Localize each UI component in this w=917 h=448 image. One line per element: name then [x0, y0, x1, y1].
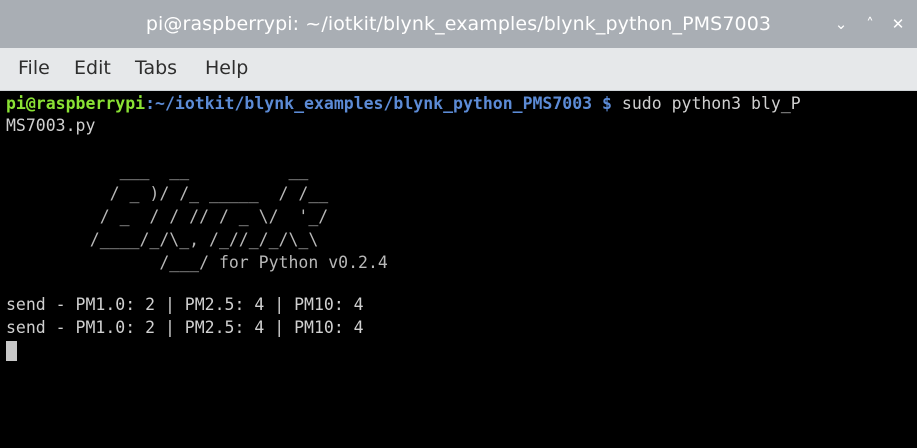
menu-tabs[interactable]: Tabs [135, 57, 177, 79]
blynk-banner-line: / _ )/ /_ _____ / /__ [60, 184, 329, 203]
menu-bar: File Edit Tabs Help [0, 48, 917, 91]
output-line: send - PM1.0: 2 | PM2.5: 4 | PM10: 4 [6, 318, 364, 337]
prompt-user: pi@raspberrypi [6, 94, 146, 113]
command-text: sudo python3 bly_P [611, 94, 801, 113]
command-continuation: MS7003.py [6, 116, 96, 135]
title-bar[interactable]: pi@raspberrypi: ~/iotkit/blynk_examples/… [0, 0, 917, 48]
terminal-window: pi@raspberrypi: ~/iotkit/blynk_examples/… [0, 0, 917, 448]
menu-edit[interactable]: Edit [74, 57, 111, 79]
blynk-banner-line: /____/_/\_, /_//_/_/\_\ [60, 230, 319, 249]
blynk-banner-line: / _ / / // / _ \/ '_/ [60, 207, 329, 226]
blynk-banner-version: /___/ for Python v0.2.4 [60, 253, 388, 272]
output-line: send - PM1.0: 2 | PM2.5: 4 | PM10: 4 [6, 295, 364, 314]
minimize-button[interactable]: ⌄ [832, 14, 850, 34]
maximize-button[interactable]: ˄ [861, 14, 879, 34]
terminal-area[interactable]: pi@raspberrypi:~/iotkit/blynk_examples/b… [0, 91, 917, 448]
terminal-cursor [6, 341, 17, 361]
close-button[interactable]: ✕ [889, 14, 907, 34]
menu-file[interactable]: File [18, 57, 50, 79]
prompt-path: :~/iotkit/blynk_examples/blynk_python_PM… [145, 94, 612, 113]
blynk-banner-line: ___ __ __ [60, 161, 309, 180]
prompt-line: pi@raspberrypi:~/iotkit/blynk_examples/b… [6, 93, 801, 115]
window-title: pi@raspberrypi: ~/iotkit/blynk_examples/… [145, 13, 772, 35]
menu-help[interactable]: Help [205, 57, 248, 79]
